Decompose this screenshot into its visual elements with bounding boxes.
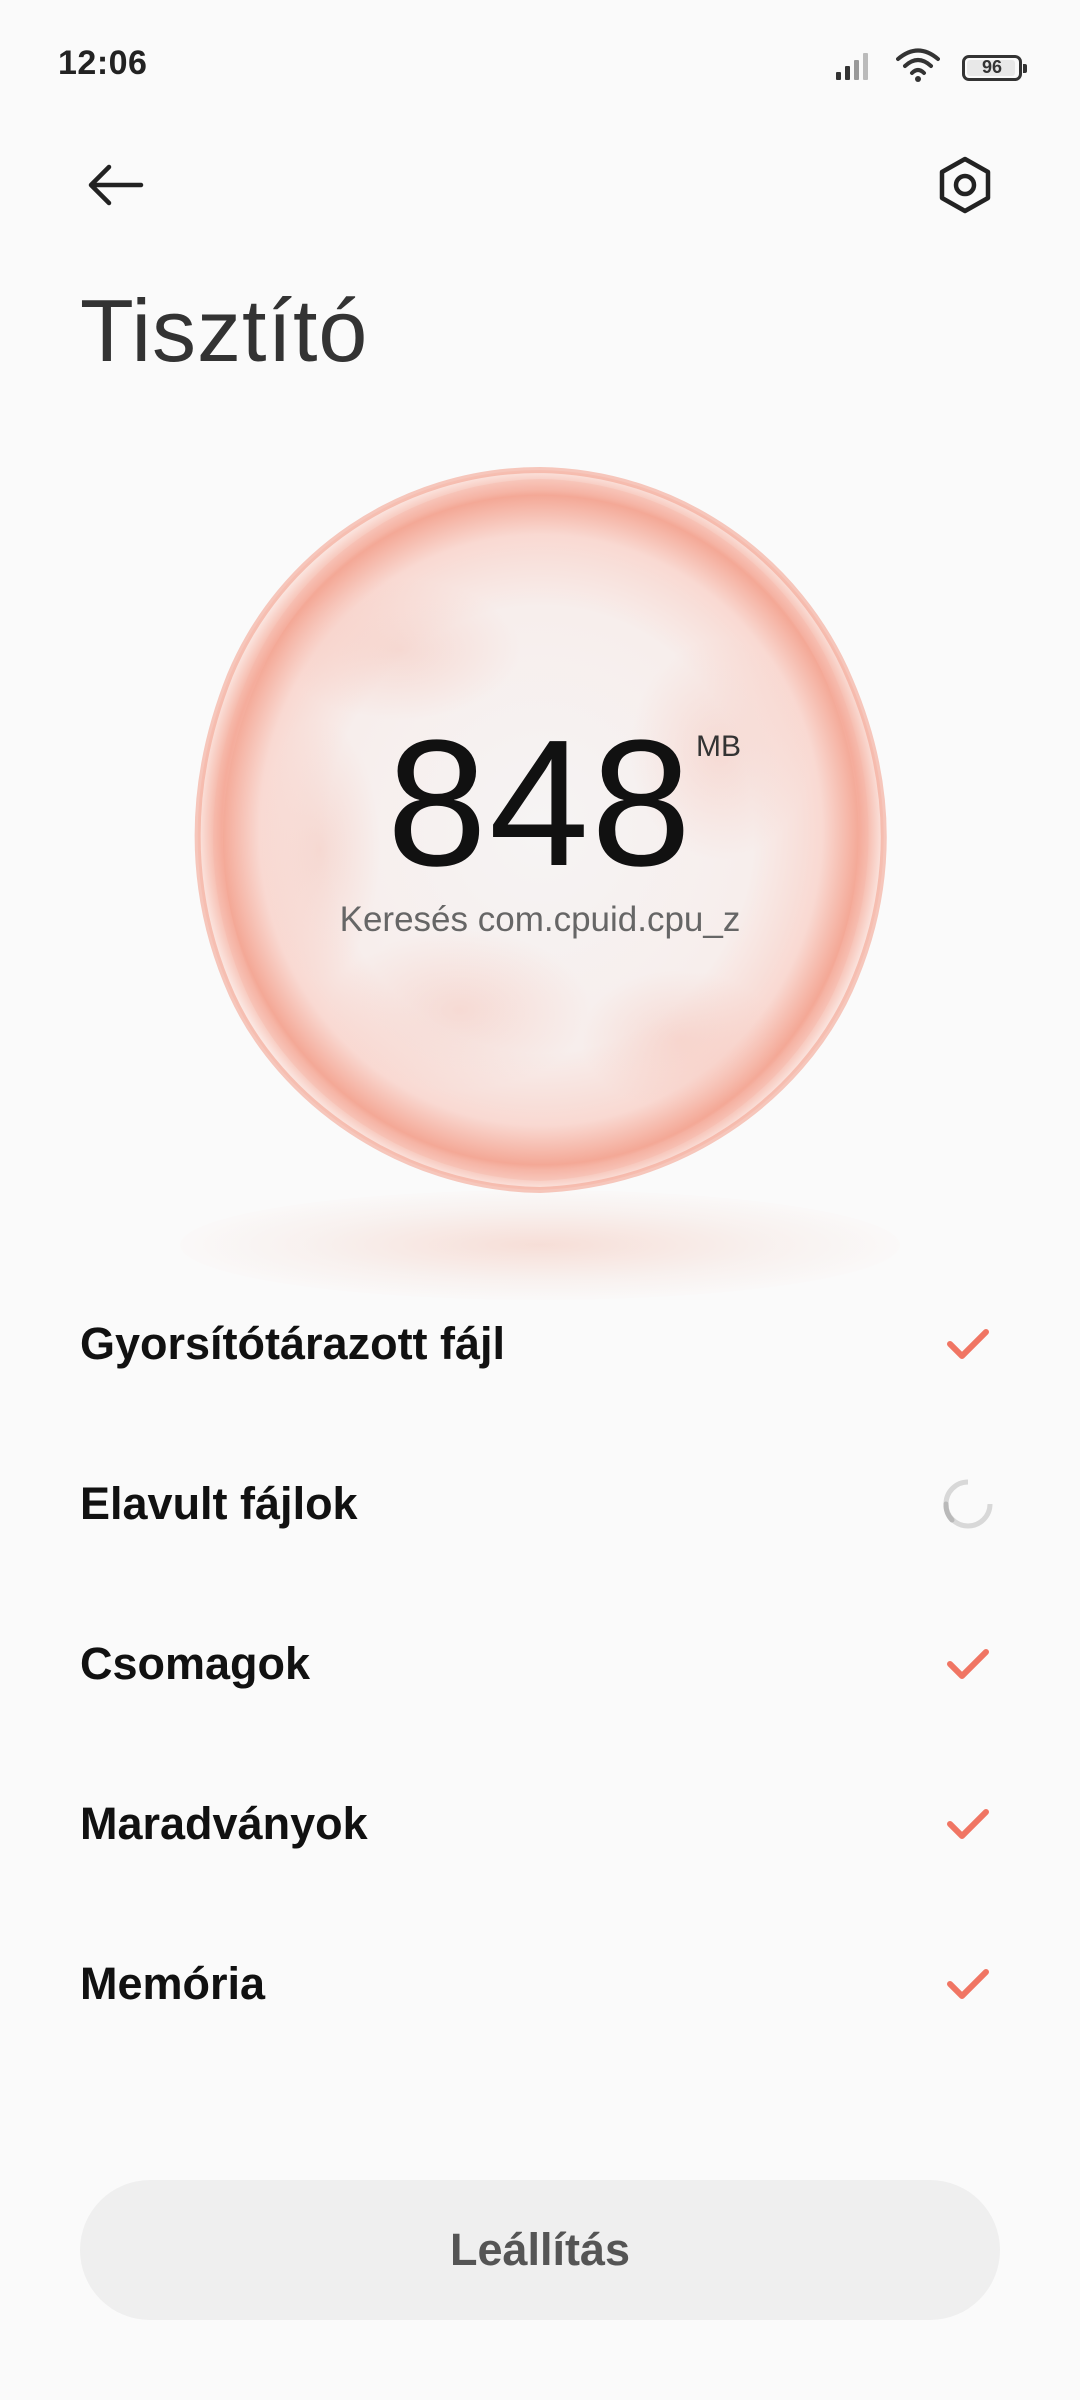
list-item: Gyorsítótárazott fájl	[80, 1264, 1000, 1424]
loading-spinner-icon	[936, 1472, 1000, 1536]
scan-status-text: Keresés com.cpuid.cpu_z	[339, 900, 741, 939]
list-item: Maradványok	[80, 1744, 1000, 1904]
checkmark-icon	[936, 1312, 1000, 1376]
category-label: Maradványok	[80, 1798, 368, 1849]
checkmark-icon	[936, 1632, 1000, 1696]
signal-icon	[834, 50, 874, 85]
page-title: Tisztító	[80, 281, 369, 380]
gear-icon	[939, 156, 991, 214]
category-label: Csomagok	[80, 1638, 311, 1689]
back-button[interactable]	[70, 140, 160, 230]
arrow-left-icon	[88, 164, 144, 206]
checkmark-icon	[936, 1952, 1000, 2016]
scan-size-unit: MB	[696, 730, 741, 763]
list-item: Elavult fájlok	[80, 1424, 1000, 1584]
list-item: Csomagok	[80, 1584, 1000, 1744]
wifi-icon	[896, 48, 940, 87]
battery-level: 96	[981, 57, 1003, 77]
status-time: 12:06	[58, 44, 148, 82]
scan-size-value: 848	[386, 703, 694, 904]
stop-button[interactable]: Leállítás	[80, 2180, 1000, 2320]
checkmark-icon	[936, 1792, 1000, 1856]
list-item: Memória	[80, 1904, 1000, 2064]
scan-category-list: Gyorsítótárazott fájl Elavult fájlok Cso…	[80, 1264, 1000, 2064]
status-icons: 96	[834, 48, 1027, 87]
category-label: Elavult fájlok	[80, 1478, 358, 1529]
battery-icon: 96	[962, 54, 1027, 81]
category-label: Memória	[80, 1958, 266, 2009]
scan-value-row: 848	[0, 700, 1080, 907]
category-label: Gyorsítótárazott fájl	[80, 1318, 506, 1369]
status-bar: 12:06 96	[0, 0, 1080, 130]
settings-button[interactable]	[920, 140, 1010, 230]
